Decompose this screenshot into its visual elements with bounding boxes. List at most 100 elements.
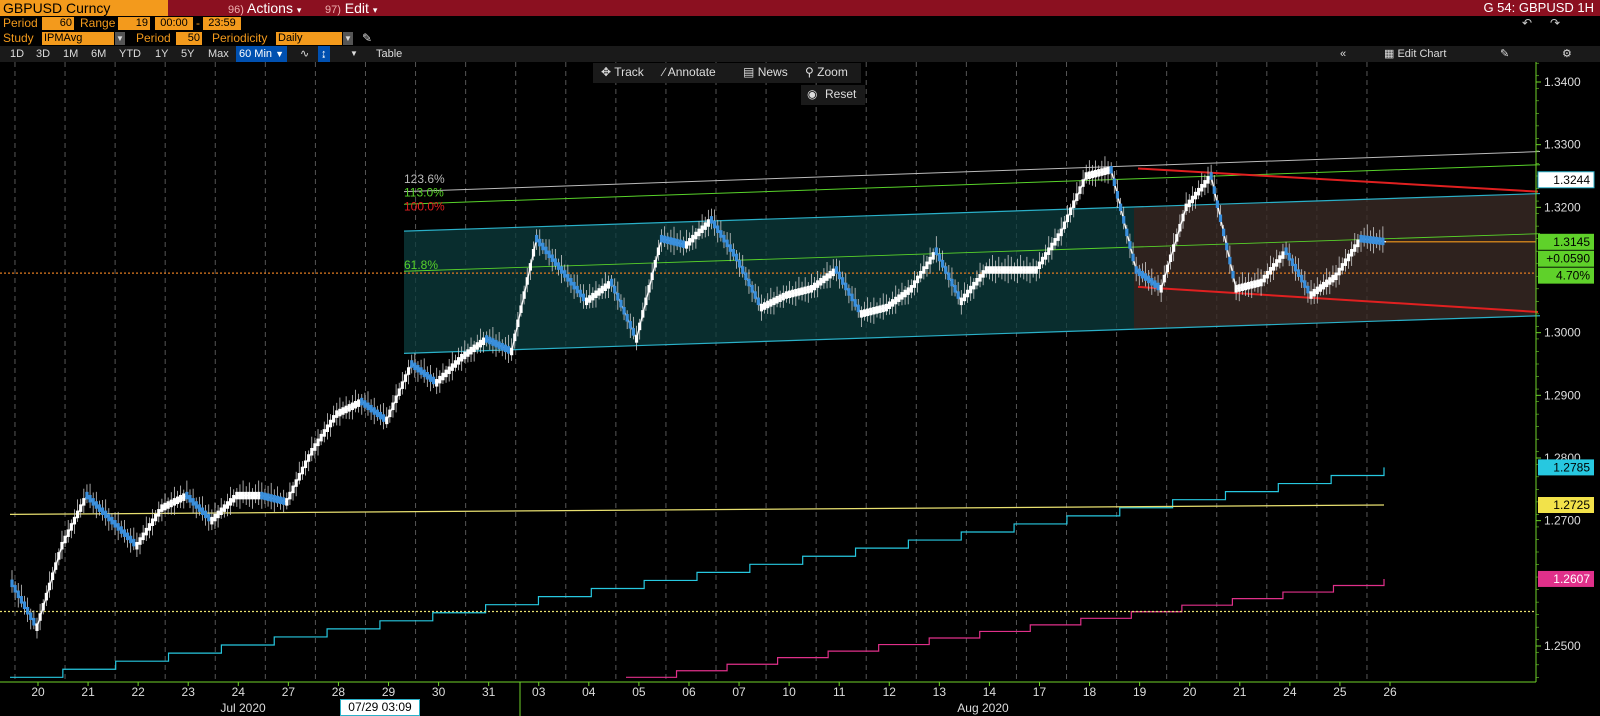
price-candle xyxy=(332,415,336,423)
range-button-ytd[interactable]: YTD xyxy=(119,46,141,62)
range-button-3d[interactable]: 3D xyxy=(36,46,50,62)
price-candle xyxy=(1053,238,1057,246)
price-candle xyxy=(1284,247,1288,255)
range-button-60min[interactable]: 60 Min ▼ xyxy=(236,46,288,62)
reset-button[interactable]: ◉ Reset xyxy=(801,85,865,105)
chart-type-line-icon[interactable]: ∿ xyxy=(300,46,309,62)
chevron-down-icon[interactable]: ▼ xyxy=(350,46,358,62)
price-tag-label: 1.2607 xyxy=(1553,572,1590,586)
annotate-button[interactable]: ∕ Annotate xyxy=(663,63,716,81)
price-candle xyxy=(700,225,704,234)
range-button-1d[interactable]: 1D xyxy=(10,46,24,62)
price-candle xyxy=(1197,187,1201,196)
price-candle xyxy=(294,479,298,487)
price-candle xyxy=(210,516,214,525)
price-candle xyxy=(1059,228,1063,237)
x-tick-label: 04 xyxy=(582,685,596,699)
price-candle xyxy=(869,307,873,316)
price-candle xyxy=(1234,285,1238,293)
chevron-down-icon[interactable]: ▼ xyxy=(343,32,353,45)
price-candle xyxy=(706,219,710,227)
period-input[interactable]: 60 xyxy=(42,17,74,30)
price-candle xyxy=(1306,285,1310,294)
price-candle xyxy=(166,501,170,509)
price-candle xyxy=(163,502,167,511)
price-candle xyxy=(435,379,439,387)
price-candle xyxy=(703,222,707,230)
fib-1236-line xyxy=(403,151,1541,193)
price-candle xyxy=(1215,200,1219,208)
range-button-6m[interactable]: 6M xyxy=(91,46,106,62)
price-candle xyxy=(266,493,270,501)
price-chart[interactable]: 123.6%113.0%100.0% 61.8% 1.3400 1.3300 1.32… xyxy=(0,62,1600,716)
study-period-input[interactable]: 50 xyxy=(176,32,202,45)
collapse-icon[interactable]: « xyxy=(1340,46,1346,62)
price-candle xyxy=(784,291,789,299)
price-candle xyxy=(35,623,39,631)
price-candle xyxy=(1331,274,1335,283)
time-to-input[interactable]: 23:59 xyxy=(203,17,241,30)
price-candle xyxy=(803,286,807,295)
price-candle xyxy=(456,357,461,365)
price-candle xyxy=(253,491,258,500)
actions-menu[interactable]: 96) Actions ▾ xyxy=(228,0,301,16)
price-candle xyxy=(257,491,261,500)
y-tick-label: 1.3200 xyxy=(1544,200,1581,214)
ticker-field[interactable]: GBPUSD Curncy xyxy=(0,0,168,16)
edit-chart-button[interactable]: ▦ Edit Chart xyxy=(1384,46,1446,62)
price-candle xyxy=(1037,261,1041,270)
annotate-label: Annotate xyxy=(667,65,716,79)
price-candle xyxy=(1275,259,1279,267)
price-candle xyxy=(1262,274,1266,283)
edit-menu[interactable]: 97) Edit ▾ xyxy=(325,0,377,16)
price-candle xyxy=(1225,242,1229,251)
price-candle xyxy=(528,263,532,271)
pencil-icon[interactable]: ✎ xyxy=(1500,46,1509,62)
price-candle xyxy=(1065,214,1070,223)
price-candle xyxy=(1175,234,1179,242)
price-candle xyxy=(1218,214,1223,223)
top-bar: GBPUSD Curncy 96) Actions ▾ 97) Edit ▾ G… xyxy=(0,0,1600,16)
price-candle xyxy=(225,501,230,509)
price-candle xyxy=(107,513,111,522)
chevron-down-icon[interactable]: ▼ xyxy=(115,32,125,45)
price-candle xyxy=(547,250,551,259)
price-candle xyxy=(119,526,123,534)
range-button-5y[interactable]: 5Y xyxy=(181,46,194,62)
price-candle xyxy=(1340,263,1344,271)
table-button[interactable]: Table xyxy=(376,46,402,62)
price-candle xyxy=(303,460,308,469)
range-button-1y[interactable]: 1Y xyxy=(155,46,168,62)
periodicity-select[interactable]: Daily xyxy=(276,32,342,45)
time-from-input[interactable]: 00:00 xyxy=(155,17,193,30)
price-candle xyxy=(200,507,205,516)
price-candle xyxy=(450,363,454,371)
price-candle xyxy=(884,303,888,312)
range-button-1m[interactable]: 1M xyxy=(63,46,78,62)
price-candle xyxy=(1318,284,1323,292)
price-candle xyxy=(147,523,151,531)
redo-icon[interactable]: ↷ xyxy=(1550,16,1560,30)
price-candle xyxy=(1003,266,1007,274)
range-input[interactable]: 19 xyxy=(118,17,150,30)
gear-icon[interactable]: ⚙ xyxy=(1562,46,1572,62)
price-candle xyxy=(625,314,629,322)
price-candle xyxy=(488,336,492,345)
price-candle xyxy=(744,272,748,281)
track-button[interactable]: ✥ Track xyxy=(601,63,644,81)
price-candle xyxy=(997,266,1001,274)
undo-icon[interactable]: ↶ xyxy=(1522,16,1532,30)
zoom-button[interactable]: ⚲ Zoom xyxy=(805,63,848,81)
price-candle xyxy=(519,305,523,313)
price-candle xyxy=(634,335,639,343)
news-button[interactable]: ▤ News xyxy=(743,63,788,81)
study-select[interactable]: IPMAvg xyxy=(42,32,114,45)
price-candle xyxy=(372,407,376,415)
crosshair-icon: ✥ xyxy=(601,65,612,79)
range-button-max[interactable]: Max xyxy=(208,46,229,62)
chart-type-bar-icon[interactable]: ↨ xyxy=(318,46,330,62)
channel-fill xyxy=(404,206,1134,354)
x-tick-label: 17 xyxy=(1033,685,1047,699)
x-tick-label: 21 xyxy=(81,685,95,699)
pencil-icon[interactable]: ✎ xyxy=(362,31,372,45)
